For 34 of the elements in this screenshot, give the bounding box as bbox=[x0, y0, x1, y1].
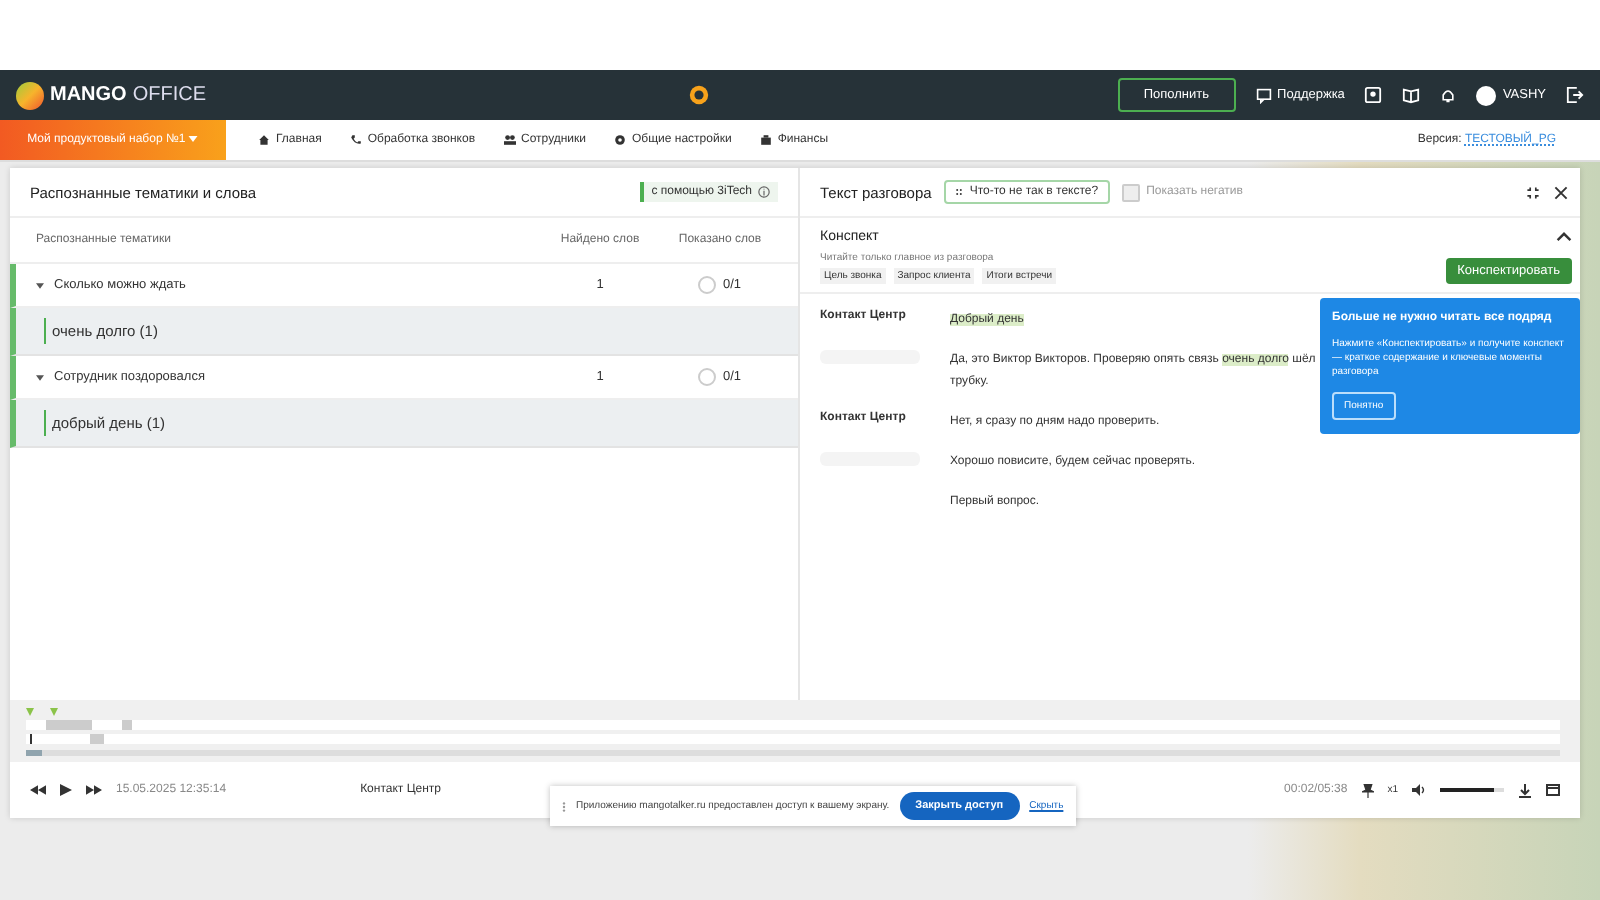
volume-icon[interactable] bbox=[1412, 784, 1426, 796]
caret-icon[interactable] bbox=[36, 373, 44, 381]
logo-icon bbox=[16, 81, 44, 109]
window-icon[interactable] bbox=[1546, 784, 1560, 796]
logo-text: OFFICE bbox=[132, 84, 207, 106]
bell-icon[interactable] bbox=[1440, 86, 1457, 104]
play-icon[interactable] bbox=[60, 784, 72, 796]
pin-icon[interactable] bbox=[1361, 783, 1374, 797]
chevron-icon[interactable] bbox=[1556, 232, 1572, 242]
phone-icon bbox=[349, 134, 362, 146]
rewind-icon[interactable] bbox=[30, 784, 46, 796]
people-icon bbox=[503, 134, 516, 146]
speech-segment bbox=[90, 734, 105, 744]
logout-icon[interactable] bbox=[1566, 86, 1584, 104]
info-icon[interactable] bbox=[758, 186, 770, 198]
fast-forward-icon[interactable] bbox=[86, 784, 102, 796]
logo-text: MANGO bbox=[50, 84, 127, 106]
expand-icon[interactable] bbox=[1526, 185, 1540, 199]
wallet-icon bbox=[759, 134, 772, 146]
download-icon[interactable] bbox=[1518, 783, 1532, 797]
close-icon[interactable] bbox=[1554, 185, 1568, 199]
home-icon bbox=[258, 134, 270, 146]
caret-icon bbox=[188, 136, 199, 142]
avatar-icon bbox=[1476, 85, 1497, 105]
checkbox[interactable] bbox=[698, 368, 717, 386]
settings-icon bbox=[614, 134, 627, 146]
book-icon[interactable] bbox=[1402, 86, 1421, 104]
caret-icon[interactable] bbox=[36, 281, 44, 289]
speech-segment bbox=[45, 720, 92, 730]
speech-segment bbox=[122, 720, 132, 730]
checkbox[interactable] bbox=[1122, 183, 1141, 201]
checkbox[interactable] bbox=[698, 276, 717, 294]
chat-icon bbox=[1255, 87, 1272, 103]
contacts-icon[interactable] bbox=[1364, 86, 1383, 104]
